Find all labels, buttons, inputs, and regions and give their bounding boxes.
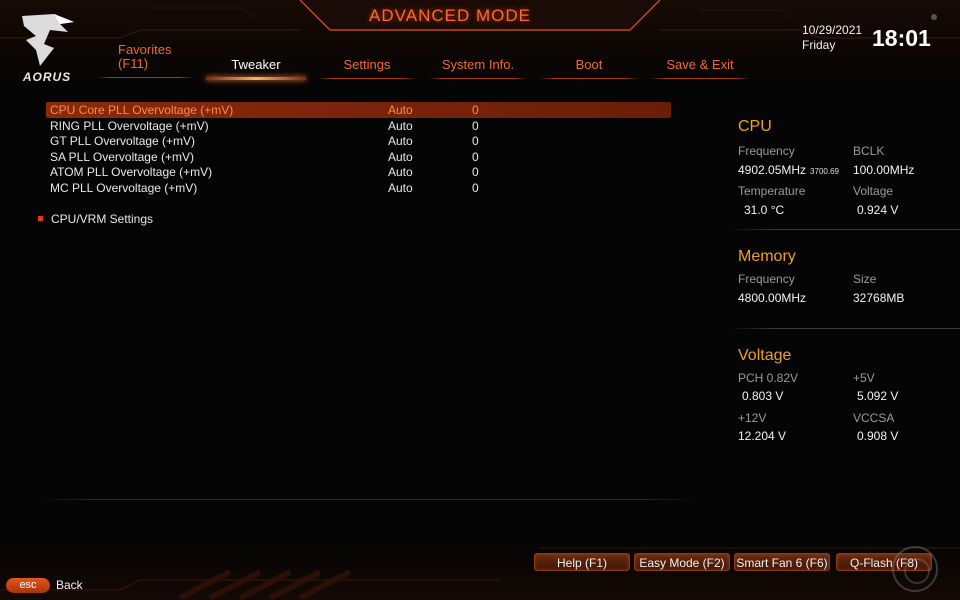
tab-settings[interactable]: Settings (317, 56, 417, 79)
tab-favorites[interactable]: Favorites (F11) (96, 42, 194, 78)
cpu-bclk-value: 100.00MHz (853, 163, 915, 177)
help-button[interactable]: Help (F1) (534, 553, 630, 571)
vccsa-label: VCCSA (853, 411, 895, 425)
setting-label: GT PLL Overvoltage (+mV) (50, 134, 196, 149)
setting-label: ATOM PLL Overvoltage (+mV) (50, 165, 213, 180)
setting-label: CPU Core PLL Overvoltage (+mV) (50, 103, 234, 117)
setting-row-gt-pll[interactable]: GT PLL Overvoltage (+mV) Auto 0 (46, 133, 671, 149)
cpu-title: CPU (738, 118, 772, 135)
setting-mode: Auto (388, 118, 413, 133)
tab-save-exit[interactable]: Save & Exit (650, 56, 750, 79)
day-text: Friday (802, 38, 836, 52)
setting-row-cpu-core-pll[interactable]: CPU Core PLL Overvoltage (+mV) Auto 0 (46, 102, 671, 118)
setting-value: 0 (472, 165, 479, 180)
cpu-voltage-label: Voltage (853, 184, 894, 198)
tab-boot-label: Boot (575, 57, 603, 72)
tab-save-exit-label: Save & Exit (666, 57, 734, 72)
setting-row-ring-pll[interactable]: RING PLL Overvoltage (+mV) Auto 0 (46, 118, 671, 134)
v5-label: +5V (853, 371, 875, 385)
cpu-bclk-label: BCLK (853, 144, 885, 158)
setting-label: MC PLL Overvoltage (+mV) (50, 180, 198, 195)
voltage-title: Voltage (738, 347, 792, 364)
header-bar: AORUS ADVANCED MODE 10/29/2021 Friday 18… (0, 0, 960, 90)
pch-value: 0.803 V (742, 389, 784, 403)
submenu-label: CPU/VRM Settings (51, 212, 154, 226)
memory-grid: Frequency Size 4800.00MHz 32768MB (728, 272, 960, 324)
square-bullet-icon (38, 216, 43, 222)
hardware-info-panel: CPU Frequency BCLK 4902.05MHz 3700.69 100… (728, 118, 960, 451)
cpu-frequency-number: 4902.05MHz (738, 163, 807, 177)
esc-button[interactable]: esc (6, 578, 50, 593)
aorus-eagle-icon (22, 14, 74, 66)
tab-boot[interactable]: Boot (539, 56, 639, 79)
brand-text: AORUS (22, 70, 72, 84)
footer-bar: Help (F1) Easy Mode (F2) Smart Fan 6 (F6… (0, 540, 960, 600)
easy-mode-button[interactable]: Easy Mode (F2) (634, 553, 730, 571)
memory-size-value: 32768MB (853, 291, 905, 305)
content-divider (36, 499, 700, 500)
memory-title: Memory (738, 248, 796, 265)
setting-mode: Auto (388, 134, 413, 149)
submenu-cpu-vrm-settings[interactable]: CPU/VRM Settings (38, 212, 153, 226)
tab-favorites-key: (F11) (118, 56, 149, 71)
date-text: 10/29/2021 (802, 23, 863, 37)
cpu-temperature-value: 31.0 °C (744, 203, 785, 217)
cpu-frequency-value: 4902.05MHz 3700.69 (738, 163, 839, 177)
cpu-temperature-label: Temperature (738, 184, 806, 198)
mode-title: ADVANCED MODE (369, 6, 531, 25)
setting-value: 0 (472, 180, 479, 195)
setting-value: 0 (472, 103, 479, 117)
pch-label: PCH 0.82V (738, 371, 799, 385)
voltage-section: Voltage PCH 0.82V +5V 0.803 V 5.092 V +1… (728, 347, 960, 451)
setting-label: SA PLL Overvoltage (+mV) (50, 149, 194, 164)
setting-value: 0 (472, 118, 479, 133)
memory-frequency-value: 4800.00MHz (738, 291, 807, 305)
back-label: Back (56, 578, 83, 592)
setting-row-atom-pll[interactable]: ATOM PLL Overvoltage (+mV) Auto 0 (46, 164, 671, 180)
setting-mode: Auto (388, 180, 413, 195)
tab-tweaker[interactable]: Tweaker (206, 56, 306, 80)
v5-value: 5.092 V (857, 389, 899, 403)
date-block: 10/29/2021 Friday (802, 23, 862, 53)
settings-list: CPU Core PLL Overvoltage (+mV) Auto 0 RI… (46, 102, 671, 196)
memory-section: Memory Frequency Size 4800.00MHz 32768MB (728, 248, 960, 329)
setting-row-sa-pll[interactable]: SA PLL Overvoltage (+mV) Auto 0 (46, 149, 671, 165)
setting-value: 0 (472, 134, 479, 149)
memory-size-label: Size (853, 272, 877, 286)
watermark-icon (892, 546, 938, 592)
aorus-logo: AORUS (14, 10, 80, 86)
clock-text: 18:01 (872, 25, 931, 51)
setting-mode: Auto (388, 165, 413, 180)
smart-fan-button[interactable]: Smart Fan 6 (F6) (734, 553, 830, 571)
v12-label: +12V (738, 411, 767, 425)
setting-value: 0 (472, 149, 479, 164)
tab-favorites-label: Favorites (118, 42, 172, 57)
cpu-section: CPU Frequency BCLK 4902.05MHz 3700.69 100… (728, 118, 960, 230)
setting-label: RING PLL Overvoltage (+mV) (50, 118, 209, 133)
cpu-voltage-value: 0.924 V (857, 203, 899, 217)
tab-system-info-label: System Info. (441, 57, 515, 72)
v12-value: 12.204 V (738, 429, 787, 443)
tab-tweaker-label: Tweaker (231, 57, 281, 72)
setting-row-mc-pll[interactable]: MC PLL Overvoltage (+mV) Auto 0 (46, 180, 671, 196)
tab-system-info[interactable]: System Info. (428, 56, 528, 79)
voltage-grid: PCH 0.82V +5V 0.803 V 5.092 V +12V VCCSA… (728, 371, 960, 451)
indicator-dot-icon (931, 14, 937, 20)
cpu-frequency-label: Frequency (738, 144, 795, 158)
tab-settings-label: Settings (343, 57, 391, 72)
cpu-frequency-sub: 3700.69 (810, 167, 839, 176)
setting-mode: Auto (388, 103, 413, 117)
memory-frequency-label: Frequency (738, 272, 795, 286)
cpu-grid: Frequency BCLK 4902.05MHz 3700.69 100.00M… (728, 142, 960, 238)
section-divider (728, 328, 960, 329)
setting-mode: Auto (388, 149, 413, 164)
vccsa-value: 0.908 V (857, 429, 899, 443)
